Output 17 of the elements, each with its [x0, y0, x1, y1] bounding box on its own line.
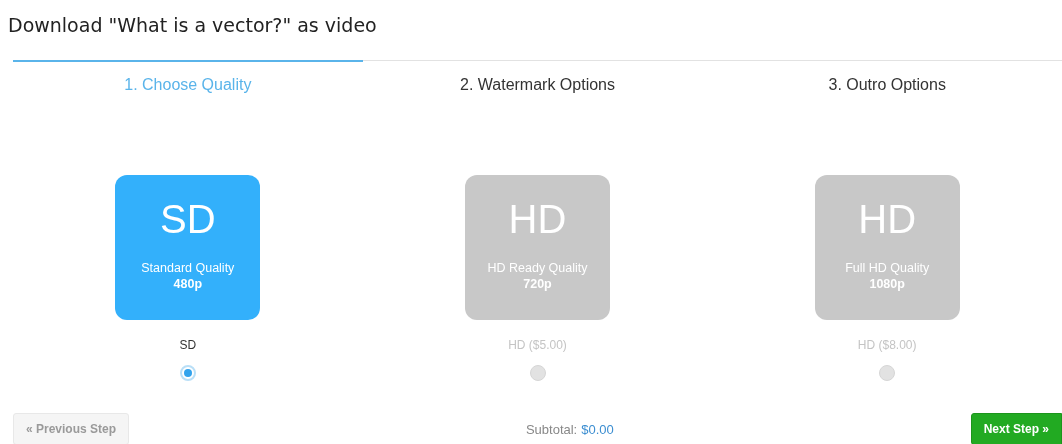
option-label: HD ($5.00) — [508, 338, 567, 352]
quality-name: Standard Quality — [141, 261, 235, 275]
page-title: Download "What is a vector?" as video — [7, 13, 378, 38]
subtotal-label: Subtotal: — [525, 421, 578, 437]
quality-code: SD — [160, 197, 216, 241]
step-tab[interactable]: 1. Choose Quality — [124, 76, 252, 94]
radio-button[interactable] — [529, 365, 546, 381]
option-label: SD — [179, 338, 197, 352]
option-label: HD ($8.00) — [857, 338, 917, 352]
radio-button[interactable] — [879, 365, 896, 381]
radio-button[interactable] — [179, 365, 196, 381]
step-tab[interactable]: 2. Watermark Options — [460, 76, 615, 94]
step-tab[interactable]: 3. Outro Options — [828, 76, 946, 94]
subtotal-amount: $0.00 — [581, 421, 614, 437]
quality-card[interactable]: SD Standard Quality 480p — [115, 175, 261, 320]
quality-resolution: 480p — [173, 277, 203, 291]
next-step-button[interactable]: Next Step » — [970, 413, 1062, 444]
